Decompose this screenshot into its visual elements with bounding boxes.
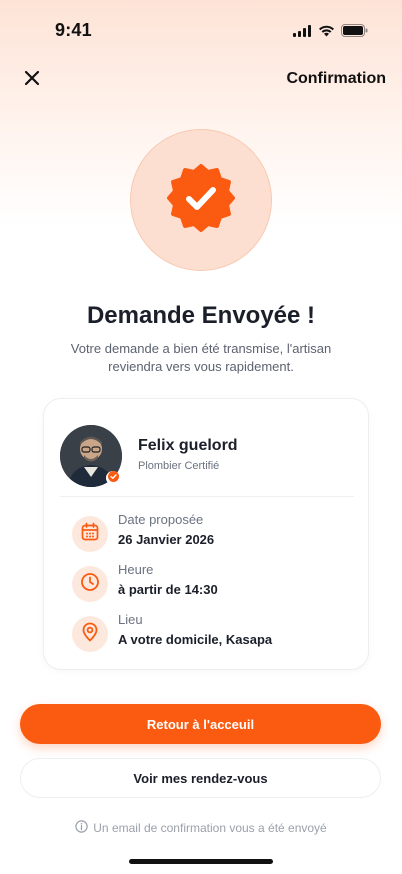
success-message: Votre demande a bien été transmise, l'ar… xyxy=(70,341,332,374)
status-bar: 9:41 xyxy=(0,0,402,54)
detail-icon-wrap xyxy=(72,616,108,652)
close-button[interactable] xyxy=(18,66,46,94)
status-time: 9:41 xyxy=(55,20,92,40)
page-title: Confirmation xyxy=(286,70,386,87)
detail-icon-wrap xyxy=(72,566,108,602)
email-notice-text: Un email de confirmation vous a été envo… xyxy=(93,821,327,835)
back-home-button[interactable]: Retour à l'acceuil xyxy=(20,704,381,744)
divider xyxy=(60,496,354,497)
detail-label: Lieu xyxy=(118,612,143,627)
professional-role: Plombier Certifié xyxy=(138,460,220,472)
cellular-signal-icon xyxy=(293,24,312,42)
detail-row-location: Lieu A votre domicile, Kasapa xyxy=(72,612,352,652)
detail-value: 26 Janvier 2026 xyxy=(118,532,215,547)
success-title: Demande Envoyée ! xyxy=(86,302,316,329)
detail-label: Heure xyxy=(118,562,154,577)
detail-label: Date proposée xyxy=(118,512,204,527)
confirmation-screen: 9:41 Confirmation Demande Envoyée ! Votr… xyxy=(0,0,402,874)
email-notice: Un email de confirmation vous a été envo… xyxy=(0,820,402,836)
check-badge-icon xyxy=(167,163,235,237)
professional-name: Felix guelord xyxy=(138,437,238,454)
view-appointments-button[interactable]: Voir mes rendez-vous xyxy=(20,758,381,798)
top-nav: Confirmation xyxy=(0,62,402,98)
appointment-card: Felix guelord Plombier Certifié Date pro… xyxy=(43,398,369,670)
verified-icon xyxy=(107,469,119,487)
status-icons xyxy=(293,24,368,42)
detail-row-time: Heure à partir de 14:30 xyxy=(72,562,352,602)
detail-value: à partir de 14:30 xyxy=(118,582,218,597)
verified-badge xyxy=(106,471,120,485)
wifi-icon xyxy=(318,24,335,42)
clock-icon xyxy=(80,572,100,597)
detail-row-date: Date proposée 26 Janvier 2026 xyxy=(72,512,352,552)
info-icon xyxy=(75,820,88,836)
close-icon xyxy=(24,70,40,91)
calendar-icon xyxy=(80,522,100,547)
location-pin-icon xyxy=(80,622,100,647)
home-indicator[interactable] xyxy=(129,859,273,864)
detail-value: A votre domicile, Kasapa xyxy=(118,632,273,647)
success-badge xyxy=(130,129,272,271)
battery-icon xyxy=(341,24,368,42)
detail-icon-wrap xyxy=(72,516,108,552)
